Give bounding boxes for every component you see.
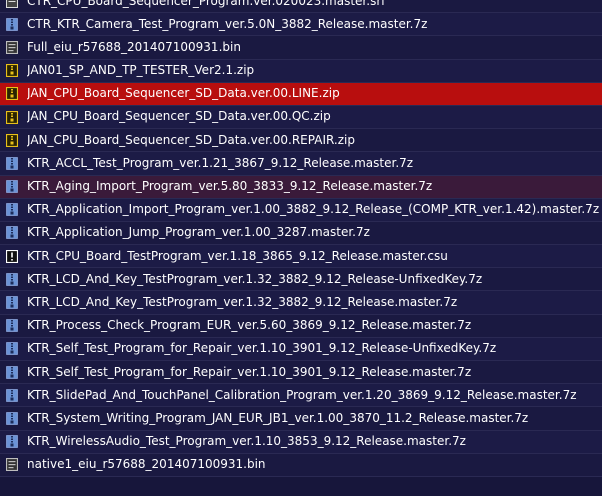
archive-7z-icon (6, 342, 18, 356)
archive-7z-icon (6, 203, 18, 217)
file-row[interactable]: Full_eiu_r57688_201407100931.bin (0, 36, 602, 60)
archive-7z-icon (6, 226, 18, 240)
file-name: KTR_WirelessAudio_Test_Program_ver.1.10_… (27, 434, 466, 449)
file-row[interactable]: CTR_CPU_Board_Sequencer_Program.ver.0200… (0, 0, 602, 14)
file-row[interactable]: KTR_Aging_Import_Program_ver.5.80_3833_9… (0, 175, 602, 199)
file-name: CTR_KTR_Camera_Test_Program_ver.5.0N_388… (27, 16, 428, 31)
zip-archive-icon (6, 87, 18, 101)
archive-7z-icon (6, 273, 18, 286)
file-row[interactable]: KTR_ACCL_Test_Program_ver.1.21_3867_9.12… (0, 152, 602, 176)
archive-7z-icon (6, 296, 18, 309)
file-row[interactable]: KTR_LCD_And_Key_TestProgram_ver.1.32_388… (0, 291, 602, 315)
file-row[interactable]: CTR_KTR_Camera_Test_Program_ver.5.0N_388… (0, 13, 602, 37)
file-row[interactable]: KTR_Self_Test_Program_for_Repair_ver.1.1… (0, 337, 602, 361)
file-name: KTR_LCD_And_Key_TestProgram_ver.1.32_388… (27, 271, 483, 286)
file-name: JAN_CPU_Board_Sequencer_SD_Data.ver.00.R… (27, 132, 355, 147)
binary-file-icon (6, 458, 18, 472)
file-row[interactable]: KTR_Process_Check_Program_EUR_ver.5.60_3… (0, 314, 602, 338)
archive-7z-icon (6, 319, 18, 333)
file-row[interactable]: KTR_WirelessAudio_Test_Program_ver.1.10_… (0, 430, 602, 454)
file-name: CTR_CPU_Board_Sequencer_Program.ver.0200… (27, 0, 385, 8)
zip-archive-icon (6, 64, 18, 78)
file-row[interactable]: KTR_System_Writing_Program_JAN_EUR_JB1_v… (0, 407, 602, 431)
file-name: JAN01_SP_AND_TP_TESTER_Ver2.1.zip (27, 63, 255, 78)
file-row[interactable]: KTR_Application_Import_Program_ver.1.00_… (0, 198, 602, 222)
file-row[interactable]: JAN01_SP_AND_TP_TESTER_Ver2.1.zip (0, 59, 602, 83)
archive-7z-icon (6, 157, 18, 170)
archive-7z-icon (6, 365, 18, 379)
file-row[interactable]: KTR_LCD_And_Key_TestProgram_ver.1.32_388… (0, 268, 602, 292)
file-name: JAN_CPU_Board_Sequencer_SD_Data.ver.00.Q… (27, 109, 331, 124)
archive-7z-icon (6, 17, 18, 31)
file-name: KTR_Application_Jump_Program_ver.1.00_32… (27, 225, 370, 240)
file-row[interactable]: KTR_Self_Test_Program_for_Repair_ver.1.1… (0, 361, 602, 385)
file-name: native1_eiu_r57688_201407100931.bin (27, 457, 266, 472)
zip-archive-icon (6, 133, 18, 147)
file-name: KTR_ACCL_Test_Program_ver.1.21_3867_9.12… (27, 155, 414, 170)
file-list: CTR_CPU_Board_Sequencer_Program.ver.0200… (0, 0, 602, 496)
file-row[interactable]: KTR_SlidePad_And_TouchPanel_Calibration_… (0, 384, 602, 408)
file-name: Full_eiu_r57688_201407100931.bin (27, 39, 241, 54)
archive-7z-icon (6, 180, 18, 193)
file-icon (6, 0, 18, 8)
file-name: KTR_SlidePad_And_TouchPanel_Calibration_… (27, 387, 577, 402)
file-name: JAN_CPU_Board_Sequencer_SD_Data.ver.00.L… (27, 86, 340, 101)
file-row[interactable]: KTR_Application_Jump_Program_ver.1.00_32… (0, 221, 602, 246)
file-name: KTR_CPU_Board_TestProgram_ver.1.18_3865_… (27, 248, 448, 263)
file-name: KTR_Self_Test_Program_for_Repair_ver.1.1… (27, 364, 472, 379)
file-row[interactable]: KTR_CPU_Board_TestProgram_ver.1.18_3865_… (0, 245, 602, 269)
archive-7z-icon (6, 412, 18, 425)
unknown-file-icon (6, 249, 18, 263)
file-name: KTR_Aging_Import_Program_ver.5.80_3833_9… (27, 179, 433, 193)
archive-7z-icon (6, 435, 18, 448)
file-row[interactable]: JAN_CPU_Board_Sequencer_SD_Data.ver.00.Q… (0, 105, 602, 130)
file-name: KTR_Application_Import_Program_ver.1.00_… (27, 202, 600, 217)
file-name: KTR_Process_Check_Program_EUR_ver.5.60_3… (27, 318, 472, 333)
archive-7z-icon (6, 388, 18, 402)
file-row[interactable]: native1_eiu_r57688_201407100931.bin (0, 453, 602, 477)
file-row[interactable]: JAN_CPU_Board_Sequencer_SD_Data.ver.00.L… (0, 82, 602, 106)
zip-archive-icon (6, 110, 18, 124)
file-row[interactable]: JAN_CPU_Board_Sequencer_SD_Data.ver.00.R… (0, 129, 602, 153)
binary-file-icon (6, 40, 18, 54)
file-name: KTR_LCD_And_Key_TestProgram_ver.1.32_388… (27, 294, 458, 309)
file-name: KTR_Self_Test_Program_for_Repair_ver.1.1… (27, 341, 497, 356)
file-name: KTR_System_Writing_Program_JAN_EUR_JB1_v… (27, 410, 529, 425)
